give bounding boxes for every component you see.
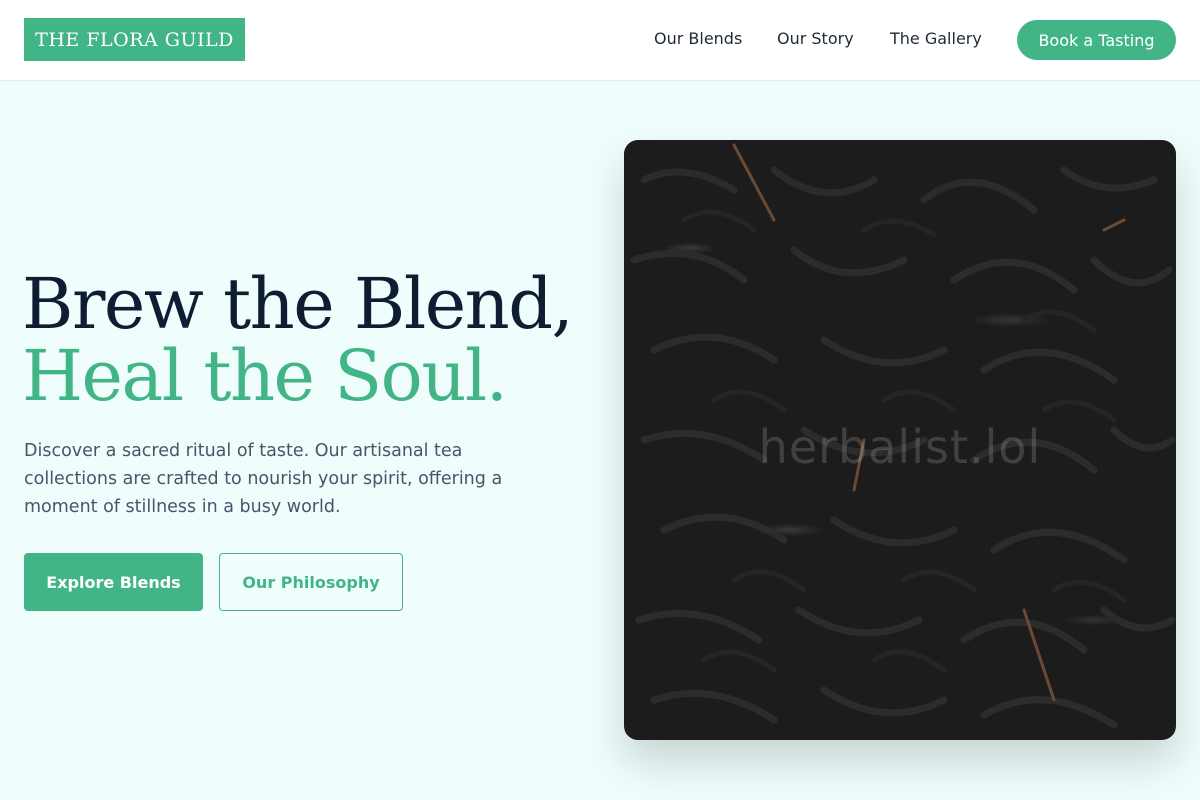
site-header: THE FLORA GUILD Our Blends Our Story The…	[0, 0, 1200, 81]
nav-link-our-story[interactable]: Our Story	[777, 29, 854, 51]
hero-description: Discover a sacred ritual of taste. Our a…	[24, 441, 503, 517]
nav-link-the-gallery[interactable]: The Gallery	[890, 29, 982, 51]
hero-title: Brew the Blend, Heal the Soul.	[22, 268, 602, 412]
image-watermark: herbalist.lol	[758, 420, 1042, 474]
site-logo[interactable]: THE FLORA GUILD	[24, 18, 245, 61]
hero-title-line-1: Brew the Blend,	[22, 263, 574, 345]
book-tasting-button[interactable]: Book a Tasting	[1017, 20, 1176, 60]
hero-title-line-2: Heal the Soul.	[22, 335, 508, 417]
nav-link-our-blends[interactable]: Our Blends	[654, 29, 742, 51]
hero-tea-leaves-image: herbalist.lol	[624, 140, 1176, 740]
our-philosophy-button[interactable]: Our Philosophy	[219, 553, 403, 611]
explore-blends-button[interactable]: Explore Blends	[24, 553, 203, 611]
